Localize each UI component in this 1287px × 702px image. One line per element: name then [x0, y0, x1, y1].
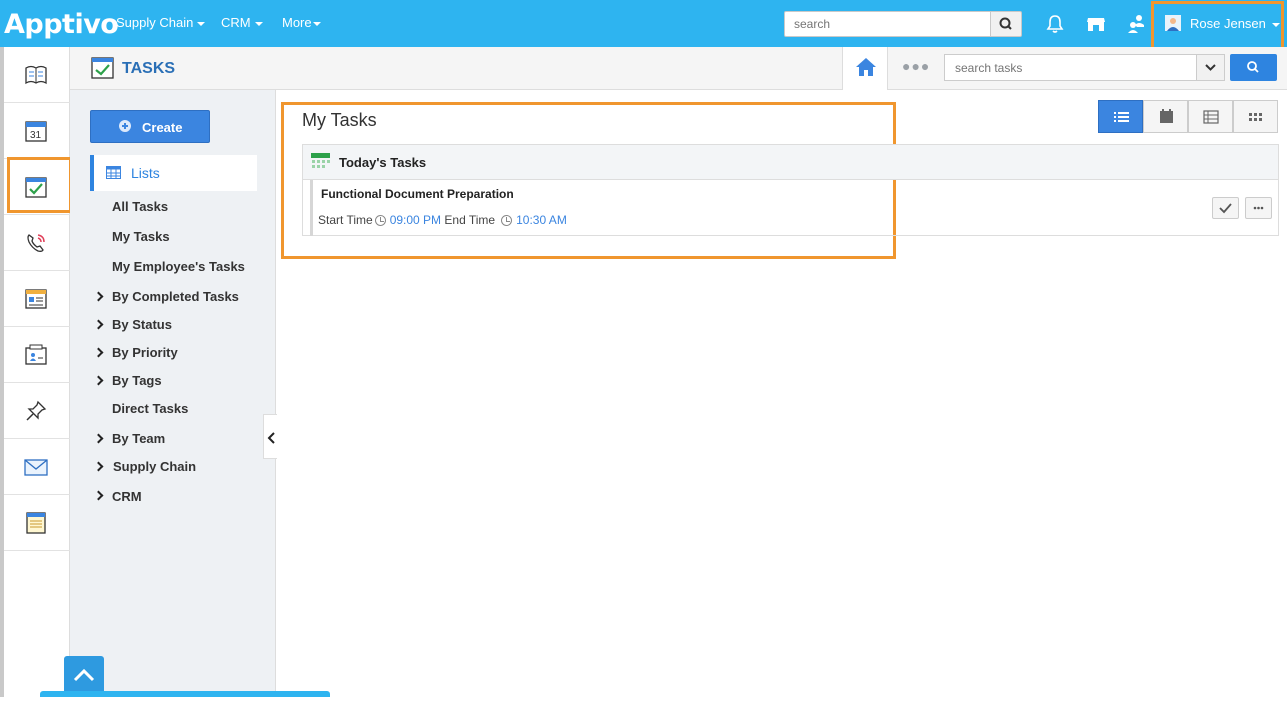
grid-view-button[interactable] [1233, 100, 1278, 133]
list-item-by-status[interactable]: By Status [112, 317, 172, 332]
page-title: My Tasks [302, 110, 377, 130]
chevron-left-icon [267, 432, 275, 444]
search-icon [999, 17, 1012, 30]
home-icon [856, 58, 876, 76]
table-view-button[interactable] [1188, 100, 1233, 133]
module-title: TASKS [122, 60, 176, 77]
task-search-button[interactable] [1230, 54, 1277, 81]
mail-icon [24, 459, 48, 476]
people-icon[interactable] [1125, 13, 1147, 35]
rail-item-knowledge[interactable] [4, 47, 70, 103]
table-icon [1203, 110, 1219, 124]
global-search-button[interactable] [990, 11, 1022, 37]
contact-folder-icon [25, 344, 47, 365]
home-button[interactable] [842, 47, 888, 90]
book-icon [25, 65, 47, 85]
search-icon [1247, 61, 1259, 73]
more-options-icon[interactable]: ●●● [902, 58, 930, 74]
section-title: Today's Tasks [339, 155, 427, 170]
list-item-by-priority[interactable]: By Priority [112, 345, 178, 360]
chevron-down-icon [1271, 22, 1280, 27]
list-view-button[interactable] [1098, 100, 1143, 133]
clock-icon [501, 215, 513, 226]
pin-icon [26, 400, 47, 421]
list-item-my-tasks[interactable]: My Tasks [112, 229, 170, 244]
tasks-module-icon [91, 57, 114, 79]
user-menu[interactable]: Rose Jensen [1190, 16, 1280, 31]
start-time-value: 09:00 PM [389, 213, 442, 227]
app-logo[interactable]: Apptivo [4, 9, 119, 40]
calendar-view-button[interactable] [1143, 100, 1188, 133]
list-item-completed-tasks[interactable]: By Completed Tasks [112, 289, 239, 304]
end-time-label: End Time [444, 213, 496, 227]
task-time-row: Start Time 09:00 PM End Time 10:30 AM [318, 213, 567, 227]
table-icon [106, 166, 121, 179]
task-indicator [310, 180, 313, 236]
start-time-label: Start Time [318, 213, 373, 227]
svg-text:31: 31 [30, 130, 42, 141]
list-item-supply-chain[interactable]: Supply Chain [113, 459, 196, 474]
clock-icon [374, 215, 386, 226]
newspaper-icon [25, 289, 47, 309]
view-switcher [1098, 100, 1278, 133]
bottom-bar [40, 691, 330, 697]
list-item-by-tags[interactable]: By Tags [112, 373, 162, 388]
complete-task-button[interactable] [1212, 197, 1239, 219]
nav-more[interactable]: More [282, 15, 321, 30]
chevron-down-icon [197, 21, 206, 26]
chevron-down-icon [254, 21, 263, 26]
calendar-icon [1160, 109, 1173, 123]
chevron-down-icon [1205, 64, 1216, 71]
list-item-direct-tasks[interactable]: Direct Tasks [112, 401, 188, 416]
task-title[interactable]: Functional Document Preparation [321, 187, 514, 201]
calendar-grid-icon [311, 153, 330, 168]
grid-icon [1249, 113, 1262, 121]
list-icon [1114, 112, 1129, 122]
rail-tasks-highlight [7, 157, 72, 213]
lists-label: Lists [131, 165, 160, 181]
rail-item-calendar[interactable]: 31 [4, 103, 70, 159]
store-icon[interactable] [1085, 13, 1107, 35]
task-more-button[interactable] [1245, 197, 1272, 219]
plus-circle-icon [119, 120, 131, 132]
avatar [1165, 15, 1181, 31]
nav-supply-chain[interactable]: Supply Chain [116, 15, 206, 30]
rail-item-email[interactable] [4, 439, 70, 495]
list-item-employee-tasks[interactable]: My Employee's Tasks [112, 259, 245, 274]
create-button[interactable]: Create [90, 110, 210, 143]
bell-icon[interactable] [1044, 13, 1066, 35]
task-search-input[interactable] [944, 54, 1197, 81]
end-time-value: 10:30 AM [516, 213, 567, 227]
todays-tasks-card: Today's Tasks Functional Document Prepar… [302, 144, 1279, 236]
list-item-by-team[interactable]: By Team [112, 431, 165, 446]
nav-crm[interactable]: CRM [221, 15, 263, 30]
global-search-input[interactable] [784, 11, 991, 37]
rail-item-calls[interactable] [4, 215, 70, 271]
rail-item-contacts[interactable] [4, 327, 70, 383]
chevron-down-icon [312, 21, 321, 26]
more-dots-icon [1253, 206, 1264, 210]
collapse-sidebar-button[interactable] [263, 414, 277, 459]
memo-icon [26, 512, 46, 534]
task-search-dropdown[interactable] [1196, 54, 1225, 81]
card-header: Today's Tasks [303, 145, 1278, 180]
list-item-crm[interactable]: CRM [112, 489, 142, 504]
phone-icon [27, 234, 45, 252]
rail-item-pins[interactable] [4, 383, 70, 439]
rail-item-memo[interactable] [4, 495, 70, 551]
calendar-icon: 31 [25, 121, 47, 142]
rail-item-notes[interactable] [4, 271, 70, 327]
list-item-all-tasks[interactable]: All Tasks [112, 199, 168, 214]
check-icon [1219, 203, 1232, 214]
